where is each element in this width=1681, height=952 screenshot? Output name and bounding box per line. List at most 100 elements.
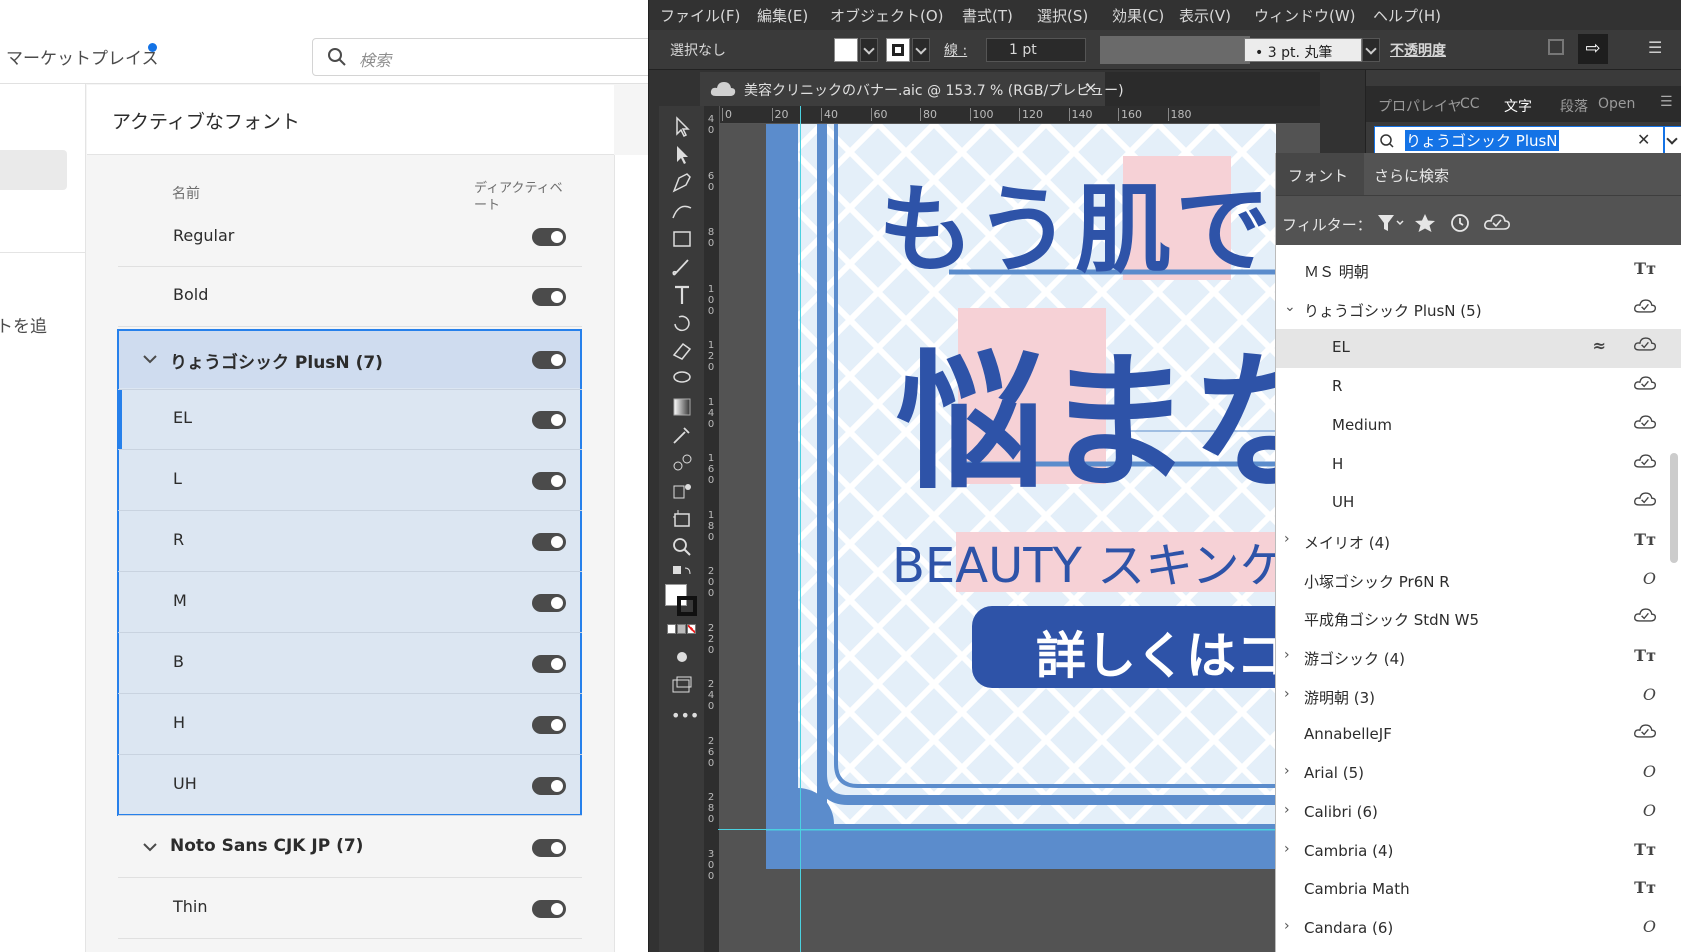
pen-tool-icon[interactable] [669, 170, 695, 196]
menu-type[interactable]: 書式(T) [962, 5, 1013, 26]
curvature-tool-icon[interactable] [669, 198, 695, 224]
tab-opentype[interactable]: Open [1598, 96, 1635, 112]
font-family-item[interactable]: › メイリオ (4) Tт [1276, 523, 1681, 562]
tab-find-more[interactable]: さらに検索 [1374, 165, 1449, 186]
clear-search-icon[interactable]: ✕ [1637, 130, 1650, 149]
font-face-row[interactable]: L [118, 450, 582, 511]
activated-fonts-cloud-icon[interactable] [1484, 213, 1510, 233]
menu-edit[interactable]: 編集(E) [757, 5, 808, 26]
font-face-row[interactable]: Thin [118, 878, 582, 939]
deactivate-toggle[interactable] [532, 351, 566, 369]
font-face-row[interactable]: Bold [118, 266, 582, 327]
font-family-item[interactable]: › Candara (6) O [1276, 910, 1681, 949]
menu-view[interactable]: 表示(V) [1179, 5, 1231, 26]
fill-dropdown[interactable] [860, 38, 878, 62]
color-mode-icons[interactable] [667, 624, 697, 636]
lasso-tool-icon[interactable] [669, 366, 695, 392]
stroke-label[interactable]: 線 : [944, 40, 967, 60]
font-face-row[interactable]: M [118, 572, 582, 633]
favorites-star-icon[interactable] [1414, 213, 1436, 233]
arrange-icon[interactable]: ⇨ [1578, 34, 1608, 64]
font-face-row[interactable]: R [118, 511, 582, 572]
chevron-right-icon[interactable]: › [1284, 531, 1290, 547]
font-family-item[interactable]: › Cambria (4) Tт [1276, 833, 1681, 872]
deactivate-toggle[interactable] [532, 655, 566, 673]
tab-fonts[interactable]: フォント [1276, 153, 1364, 195]
font-family-row[interactable]: りょうゴシック PlusN (7) [118, 329, 582, 390]
panel-menu-icon[interactable]: ☰ [1648, 38, 1662, 57]
font-face-row[interactable]: B [118, 633, 582, 694]
font-list-scrollbar[interactable] [1670, 453, 1678, 563]
font-style-item[interactable]: UH [1276, 484, 1681, 523]
zoom-tool-icon[interactable] [669, 534, 695, 560]
paintbrush-tool-icon[interactable] [669, 254, 695, 280]
font-family-item[interactable]: AnnabelleJF [1276, 716, 1681, 755]
opacity-label[interactable]: 不透明度 [1390, 40, 1446, 60]
stroke-swatch[interactable] [886, 38, 910, 62]
deactivate-toggle[interactable] [532, 228, 566, 246]
tab-cc-libraries[interactable]: CC [1460, 96, 1480, 112]
tab-layers[interactable]: レイヤ [1420, 96, 1462, 116]
screen-mode-icon[interactable] [669, 672, 695, 698]
selection-tool-icon[interactable] [669, 114, 695, 140]
rectangle-tool-icon[interactable] [669, 226, 695, 252]
font-family-item[interactable]: › Calibri (6) O [1276, 794, 1681, 833]
direct-selection-tool-icon[interactable] [669, 142, 695, 168]
font-face-row[interactable]: EL [118, 389, 582, 450]
variable-width-profile[interactable] [1100, 36, 1250, 64]
deactivate-toggle[interactable] [532, 411, 566, 429]
font-family-item[interactable]: ＭＳ 明朝 Tт [1276, 252, 1681, 291]
brush-dropdown[interactable] [1362, 38, 1380, 62]
font-family-item[interactable]: Cambria Math Tт [1276, 871, 1681, 910]
close-icon[interactable]: × [1084, 78, 1097, 97]
deactivate-toggle[interactable] [532, 472, 566, 490]
font-family-item[interactable]: 小塚ゴシック Pr6N R O [1276, 562, 1681, 601]
document-tab[interactable]: 美容クリニックのバナー.aic @ 153.7 % (RGB/プレビュー) × [700, 72, 1124, 106]
font-family-search-input[interactable]: りょうゴシック PlusN ✕ [1374, 126, 1664, 154]
chevron-right-icon[interactable]: › [1284, 686, 1290, 702]
sidebar-add-fonts-text[interactable]: トを追 [0, 312, 47, 337]
font-list-dropdown-button[interactable] [1664, 126, 1681, 154]
rotate-tool-icon[interactable] [669, 310, 695, 336]
font-face-row[interactable]: Regular [118, 226, 582, 267]
draw-mode-icon[interactable] [669, 644, 695, 670]
brush-definition[interactable]: • 3 pt. 丸筆 [1244, 38, 1362, 62]
chevron-right-icon[interactable]: › [1284, 802, 1290, 818]
sidebar-selected-item[interactable] [0, 150, 67, 190]
font-face-row[interactable]: H [118, 694, 582, 755]
font-family-item[interactable]: 平成角ゴシック StdN W5 [1276, 600, 1681, 639]
chevron-down-icon[interactable]: ⌄ [1284, 299, 1296, 315]
fill-swatch[interactable] [834, 38, 858, 62]
font-family-item[interactable]: ⌄ りょうゴシック PlusN (5) [1276, 291, 1681, 330]
fill-stroke-swatches[interactable] [665, 584, 699, 618]
deactivate-toggle[interactable] [532, 716, 566, 734]
deactivate-toggle[interactable] [532, 533, 566, 551]
search-input[interactable]: 検索 [312, 38, 648, 76]
align-icon[interactable] [1548, 39, 1564, 55]
chevron-right-icon[interactable]: › [1284, 647, 1290, 663]
recent-clock-icon[interactable] [1449, 213, 1471, 233]
menu-object[interactable]: オブジェクト(O) [830, 5, 944, 26]
tab-paragraph[interactable]: 段落 [1560, 96, 1588, 116]
font-family-item[interactable]: › 游ゴシック (4) Tт [1276, 639, 1681, 678]
filter-icon[interactable] [1376, 213, 1406, 233]
artboard[interactable]: もう肌で 悩まない BEAUTY スキンケア 詳しくはコチラ [762, 124, 1488, 869]
more-tools-icon[interactable]: ••• [671, 706, 699, 725]
artboard-tool-icon[interactable] [669, 506, 695, 532]
panel-menu-icon[interactable]: ☰ [1660, 94, 1673, 110]
deactivate-toggle[interactable] [532, 288, 566, 306]
similar-fonts-icon[interactable]: ≈ [1593, 336, 1606, 355]
marketplace-tab[interactable]: マーケットプレイス [6, 44, 159, 69]
gradient-tool-icon[interactable] [669, 394, 695, 420]
deactivate-toggle[interactable] [532, 777, 566, 795]
eyedropper-tool-icon[interactable] [669, 422, 695, 448]
tab-properties[interactable]: プロパ [1378, 96, 1420, 116]
chevron-down-icon[interactable] [140, 349, 160, 369]
deactivate-toggle[interactable] [532, 839, 566, 857]
symbol-sprayer-tool-icon[interactable] [669, 478, 695, 504]
menu-file[interactable]: ファイル(F) [660, 5, 740, 26]
menu-help[interactable]: ヘルプ(H) [1373, 5, 1441, 26]
chevron-right-icon[interactable]: › [1284, 918, 1290, 934]
menu-window[interactable]: ウィンドウ(W) [1254, 5, 1356, 26]
font-style-item[interactable]: H [1276, 446, 1681, 485]
